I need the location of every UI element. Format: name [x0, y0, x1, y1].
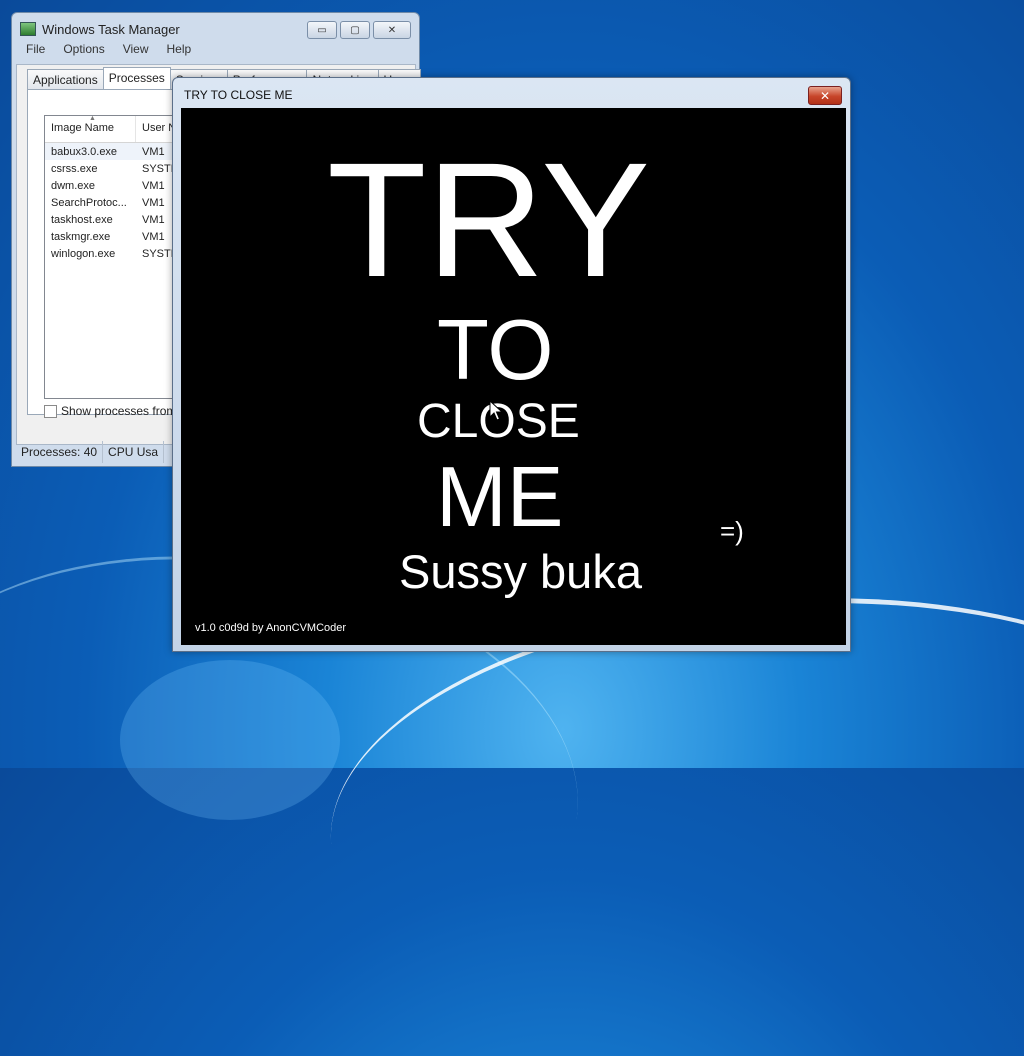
version-text: v1.0 c0d9d by AnonCVMCoder	[195, 622, 347, 634]
text-smiley: =)	[720, 516, 744, 546]
task-manager-icon	[20, 22, 36, 36]
maximize-button[interactable]: ▢	[340, 21, 370, 39]
tab-processes[interactable]: Processes	[102, 67, 171, 89]
process-name: dwm.exe	[51, 179, 96, 192]
prank-window: TRY TO CLOSE ME ✕ TRY TO CLOSE ME Sussy …	[172, 77, 851, 652]
close-button[interactable]: ✕	[373, 21, 411, 39]
status-cpu-usage: CPU Usa	[103, 441, 165, 463]
menu-file[interactable]: File	[26, 42, 45, 62]
status-processes: Processes: 40	[16, 441, 104, 463]
task-manager-title: Windows Task Manager	[42, 21, 180, 37]
prank-content: TRY TO CLOSE ME Sussy buka =) v1.0 c0d9d…	[181, 108, 846, 645]
show-all-processes-option[interactable]: Show processes from all	[44, 404, 192, 418]
sort-arrow-icon: ▲	[89, 115, 96, 122]
menu-help[interactable]: Help	[167, 42, 192, 62]
close-icon: ✕	[819, 88, 831, 103]
column-image-name-label: Image Name	[51, 122, 114, 134]
process-name: taskhost.exe	[51, 213, 113, 226]
tab-applications[interactable]: Applications	[27, 69, 104, 89]
process-name: taskmgr.exe	[51, 230, 111, 243]
process-name: csrss.exe	[51, 162, 98, 175]
process-name: babux3.0.exe	[51, 145, 118, 158]
task-manager-titlebar[interactable]: Windows Task Manager	[20, 17, 180, 41]
text-sussy-buka: Sussy buka	[399, 545, 642, 598]
process-name: SearchProtoc...	[51, 196, 127, 209]
text-try: TRY	[327, 128, 651, 311]
maximize-icon: ▢	[350, 24, 360, 36]
minimize-icon: ▭	[317, 24, 327, 36]
text-to: TO	[437, 303, 554, 398]
show-all-processes-checkbox[interactable]	[44, 404, 57, 418]
menu-options[interactable]: Options	[63, 42, 104, 62]
text-me: ME	[436, 450, 564, 545]
prank-close-button[interactable]: ✕	[808, 86, 842, 105]
menu-bar: File Options View Help	[16, 42, 416, 62]
prank-window-title: TRY TO CLOSE ME	[184, 88, 293, 102]
column-image-name[interactable]: ▲ Image Name	[45, 115, 136, 142]
menu-view[interactable]: View	[123, 42, 149, 62]
minimize-button[interactable]: ▭	[307, 21, 337, 39]
close-icon: ✕	[387, 24, 397, 36]
mouse-cursor-icon	[489, 400, 503, 421]
process-name: winlogon.exe	[51, 247, 116, 260]
